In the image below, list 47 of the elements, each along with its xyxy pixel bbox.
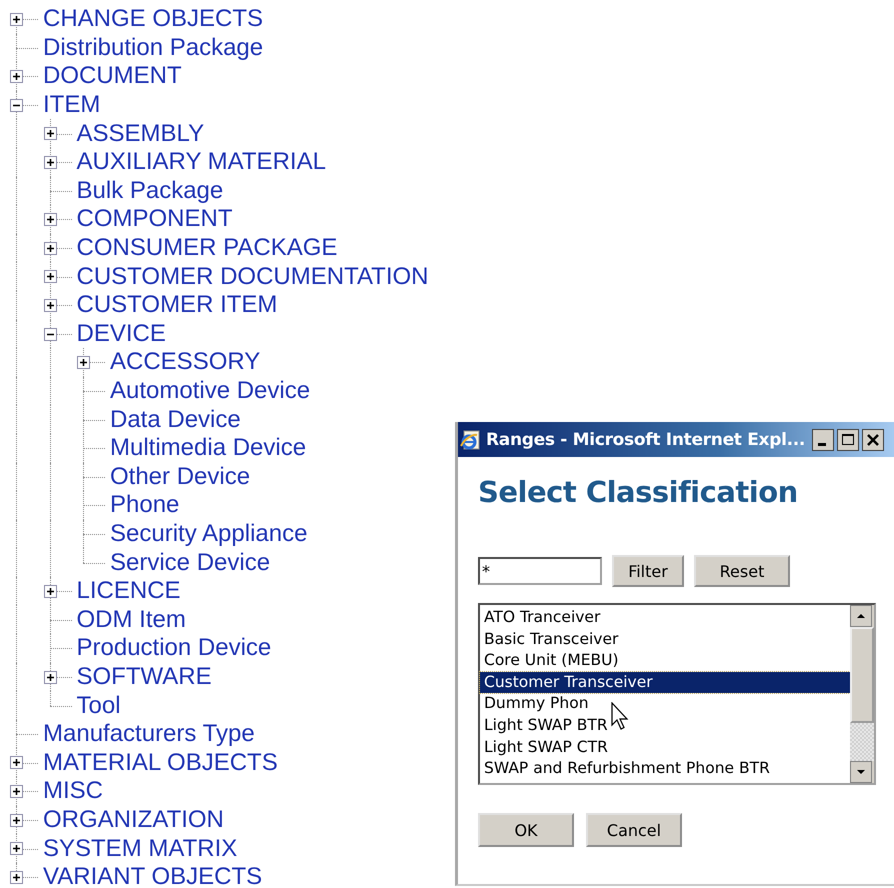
expand-icon[interactable] — [44, 213, 56, 226]
dialog-button[interactable]: OK — [478, 813, 574, 847]
dialog-button[interactable]: Cancel — [586, 813, 682, 847]
tree-item[interactable]: Bulk Package — [76, 178, 224, 204]
list-item[interactable]: Basic Transceiver — [480, 628, 850, 650]
expand-icon[interactable] — [10, 814, 23, 827]
tree-item[interactable]: Manufacturers Type — [43, 721, 255, 748]
expand-icon[interactable] — [10, 70, 23, 84]
tree-item[interactable]: Security Appliance — [110, 520, 308, 547]
list-item[interactable]: ATO Tranceiver — [480, 607, 850, 629]
scrollbar-thumb[interactable] — [850, 627, 874, 723]
browser-icon — [460, 428, 482, 450]
filter-field[interactable]: * — [478, 557, 602, 585]
expand-icon[interactable] — [44, 242, 56, 255]
expand-icon[interactable] — [44, 670, 56, 684]
list-item[interactable]: SWAP and Refurbishment Phone BTR — [480, 758, 850, 780]
pointer-icon — [611, 702, 631, 732]
scrollbar[interactable] — [850, 605, 874, 783]
expand-icon[interactable] — [44, 270, 56, 284]
expand-icon[interactable] — [44, 584, 56, 598]
list-item[interactable]: Light SWAP CTR — [480, 736, 850, 758]
collapse-icon[interactable] — [10, 98, 23, 112]
expand-icon[interactable] — [44, 127, 56, 140]
expand-icon[interactable] — [44, 298, 56, 312]
expand-icon[interactable] — [44, 156, 56, 169]
scroll-down-icon[interactable] — [850, 761, 872, 783]
tree-item[interactable]: Distribution Package — [43, 34, 264, 61]
expand-icon[interactable] — [10, 870, 23, 884]
minimize-icon[interactable] — [812, 428, 834, 450]
list-item[interactable]: Light SWAP BTR — [480, 714, 850, 737]
list-item[interactable]: Customer Transceiver — [480, 672, 850, 694]
expand-icon[interactable] — [77, 356, 90, 370]
close-icon[interactable] — [862, 428, 884, 450]
filter-button[interactable]: Reset — [694, 555, 790, 587]
list-item[interactable]: Dummy Phon — [480, 693, 850, 715]
dialog-heading: Select Classification — [478, 475, 799, 509]
scroll-up-icon[interactable] — [850, 605, 872, 627]
expand-icon[interactable] — [10, 13, 23, 26]
expand-icon[interactable] — [10, 785, 23, 798]
maximize-icon[interactable] — [837, 428, 860, 450]
expand-icon[interactable] — [10, 756, 23, 770]
expand-icon[interactable] — [10, 842, 23, 856]
collapse-icon[interactable] — [44, 328, 56, 341]
filter-button[interactable]: Filter — [612, 555, 684, 587]
window-title: Ranges - Microsoft Internet Expl... — [486, 430, 806, 450]
list-item[interactable]: Core Unit (MEBU) — [480, 650, 850, 672]
classification-list[interactable]: ATO Tranceiver Basic Transceiver Core Unit (MEBU) Customer Transceiver Dummy Phon Light SWAP BTR Light SWAP CTR SWAP and Refurbishment Phone BTR — [478, 603, 876, 785]
